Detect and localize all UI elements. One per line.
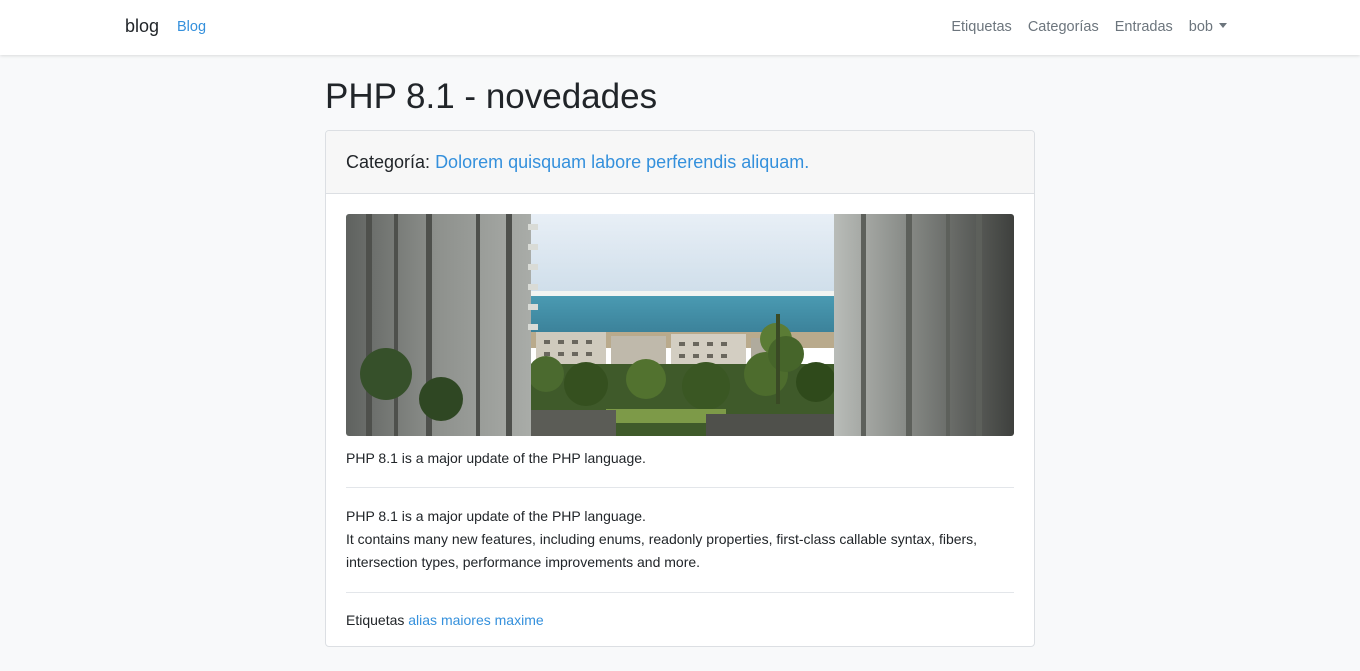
card-body: PHP 8.1 is a major update of the PHP lan…	[326, 194, 1034, 631]
top-navbar: blog Blog Etiquetas Categorías Entradas …	[0, 0, 1360, 55]
user-dropdown[interactable]: bob	[1189, 19, 1227, 35]
divider	[346, 487, 1014, 488]
tag-link[interactable]: alias	[408, 612, 437, 628]
nav-categorias-link[interactable]: Categorías	[1028, 19, 1099, 35]
tag-link[interactable]: maxime	[495, 612, 544, 628]
post-image	[346, 214, 1014, 436]
nav-right-menu: Etiquetas Categorías Entradas bob	[951, 19, 1227, 35]
post-title: PHP 8.1 - novedades	[325, 77, 658, 116]
post-excerpt: PHP 8.1 is a major update of the PHP lan…	[346, 450, 646, 466]
user-name: bob	[1188, 19, 1213, 35]
tags-row: Etiquetas alias maiores maxime	[346, 610, 1014, 631]
nav-etiquetas-link[interactable]: Etiquetas	[951, 19, 1011, 35]
body-paragraph: It contains many new features, including…	[346, 531, 978, 570]
brand-link[interactable]: blog	[125, 16, 159, 37]
caret-down-icon	[1219, 23, 1227, 28]
nav-blog-link[interactable]: Blog	[177, 19, 206, 35]
tag-link[interactable]: maiores	[441, 612, 491, 628]
divider	[346, 592, 1014, 593]
category-link[interactable]: Dolorem quisquam labore perferendis aliq…	[435, 152, 809, 173]
nav-entradas-link[interactable]: Entradas	[1115, 19, 1173, 35]
card-header: Categoría: Dolorem quisquam labore perfe…	[326, 131, 1034, 194]
category-label: Categoría:	[346, 151, 431, 172]
post-card: Categoría: Dolorem quisquam labore perfe…	[325, 130, 1035, 647]
body-paragraph: PHP 8.1 is a major update of the PHP lan…	[346, 508, 646, 524]
tags-label: Etiquetas	[346, 612, 405, 628]
post-body: PHP 8.1 is a major update of the PHP lan…	[346, 505, 1014, 574]
